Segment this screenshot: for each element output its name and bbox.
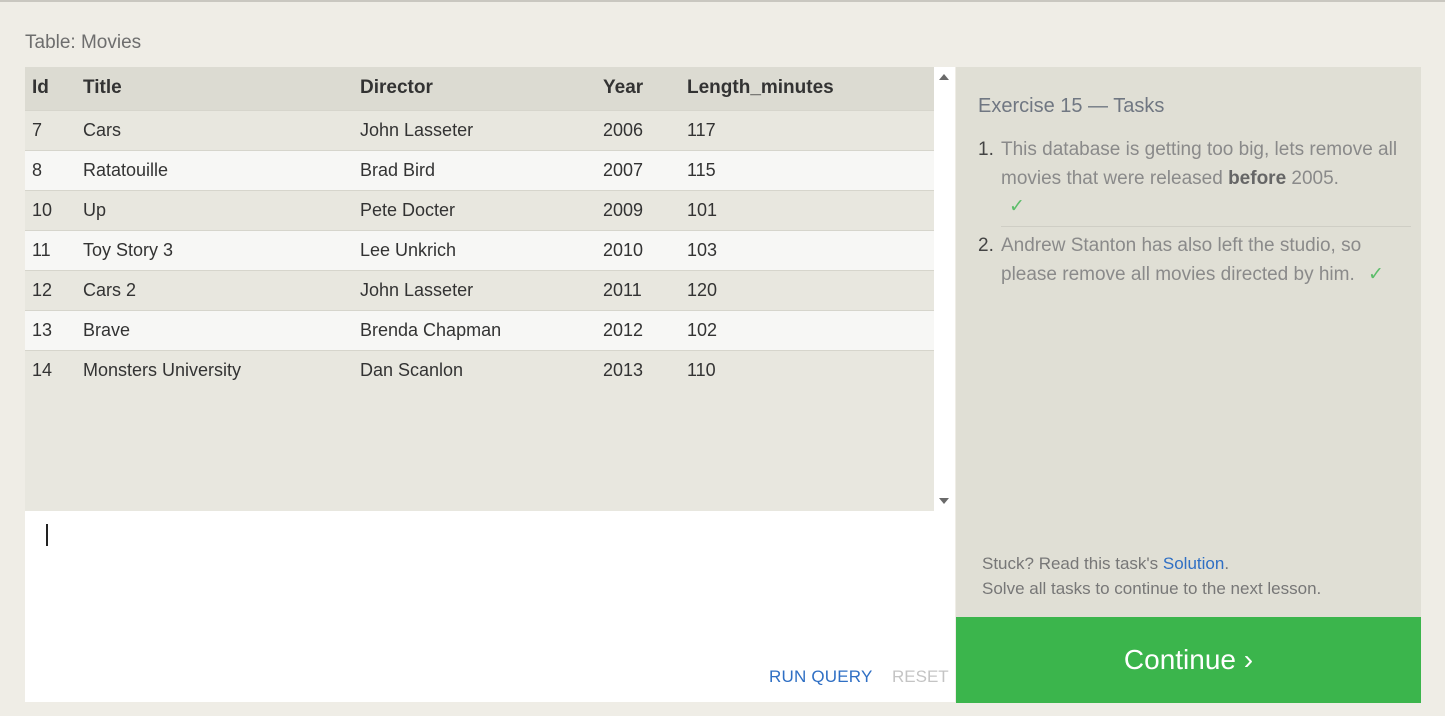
table-row: 13 Brave Brenda Chapman 2012 102 xyxy=(25,310,934,350)
column-header-id: Id xyxy=(32,77,49,99)
solve-all-text: Solve all tasks to continue to the next … xyxy=(982,579,1322,598)
cell-director: Pete Docter xyxy=(360,199,456,220)
task-item-1: 1. This database is getting too big, let… xyxy=(978,136,1413,222)
column-header-year: Year xyxy=(603,77,644,99)
reset-button[interactable]: RESET xyxy=(892,667,949,687)
task-number: 1. xyxy=(978,139,994,160)
table-row: 11 Toy Story 3 Lee Unkrich 2010 103 xyxy=(25,230,934,270)
task-text: Andrew Stanton has also left the studio,… xyxy=(1001,235,1362,285)
table-title: Table: Movies xyxy=(25,32,142,53)
cell-length: 117 xyxy=(687,119,716,140)
cell-id: 10 xyxy=(32,199,53,220)
cell-director: John Lasseter xyxy=(360,279,474,300)
table-row: 14 Monsters University Dan Scanlon 2013 … xyxy=(25,350,934,390)
cell-length: 102 xyxy=(687,319,718,340)
cell-director: Brad Bird xyxy=(360,159,436,180)
cell-title: Ratatouille xyxy=(83,159,169,180)
table-header-row: Id Title Director Year Length_minutes xyxy=(25,67,934,110)
cell-title: Monsters University xyxy=(83,359,242,380)
cell-director: John Lasseter xyxy=(360,119,474,140)
cell-id: 11 xyxy=(32,239,51,260)
cell-title: Up xyxy=(83,199,107,220)
continue-button[interactable]: Continue › xyxy=(956,617,1421,703)
task-divider xyxy=(1001,226,1411,227)
cell-title: Brave xyxy=(83,319,131,340)
scroll-down-icon[interactable] xyxy=(939,498,949,504)
cell-year: 2010 xyxy=(603,239,644,260)
table-row: 7 Cars John Lasseter 2006 117 xyxy=(25,110,934,150)
column-header-title: Title xyxy=(83,77,122,99)
cell-length: 101 xyxy=(687,199,718,220)
results-table: Id Title Director Year Length_minutes 7 … xyxy=(25,67,934,390)
text-cursor xyxy=(46,524,48,546)
cell-length: 110 xyxy=(687,359,716,380)
table-row: 8 Ratatouille Brad Bird 2007 115 xyxy=(25,150,934,190)
tasks-panel: Exercise 15 — Tasks 1. This database is … xyxy=(956,67,1421,617)
cell-title: Cars 2 xyxy=(83,279,137,300)
help-text: Stuck? Read this task's Solution. Solve … xyxy=(982,551,1321,601)
cell-id: 8 xyxy=(32,159,43,180)
cell-director: Dan Scanlon xyxy=(360,359,464,380)
cell-year: 2013 xyxy=(603,359,644,380)
top-border xyxy=(0,0,1445,2)
stuck-text: Stuck? Read this task's xyxy=(982,554,1163,573)
results-table-container: Id Title Director Year Length_minutes 7 … xyxy=(25,67,934,511)
table-row: 10 Up Pete Docter 2009 101 xyxy=(25,190,934,230)
task-text-bold: before xyxy=(1228,167,1287,189)
cell-year: 2007 xyxy=(603,159,644,180)
cell-id: 13 xyxy=(32,319,53,340)
stuck-suffix: . xyxy=(1224,554,1230,573)
task-text: 2005. xyxy=(1286,167,1339,189)
check-icon: ✓ xyxy=(1009,196,1025,217)
cell-director: Lee Unkrich xyxy=(360,239,457,260)
table-row: 12 Cars 2 John Lasseter 2011 120 xyxy=(25,270,934,310)
cell-year: 2009 xyxy=(603,199,644,220)
run-query-button[interactable]: RUN QUERY xyxy=(769,667,873,687)
check-icon: ✓ xyxy=(1368,263,1384,285)
scroll-up-icon[interactable] xyxy=(939,74,949,80)
cell-length: 103 xyxy=(687,239,718,260)
cell-year: 2012 xyxy=(603,319,644,340)
cell-year: 2011 xyxy=(603,279,642,300)
cell-title: Cars xyxy=(83,119,122,140)
task-item-2: 2. Andrew Stanton has also left the stud… xyxy=(978,232,1413,289)
solution-link[interactable]: Solution xyxy=(1163,554,1224,573)
sql-query-editor[interactable]: RUN QUERY RESET xyxy=(25,511,955,702)
cell-id: 14 xyxy=(32,359,53,380)
table-scrollbar[interactable] xyxy=(934,67,955,511)
cell-id: 7 xyxy=(32,119,43,140)
cell-length: 120 xyxy=(687,279,718,300)
cell-id: 12 xyxy=(32,279,53,300)
column-header-length: Length_minutes xyxy=(687,77,834,99)
column-header-director: Director xyxy=(360,77,433,99)
task-number: 2. xyxy=(978,235,994,256)
cell-year: 2006 xyxy=(603,119,644,140)
cell-length: 115 xyxy=(687,159,716,180)
cell-director: Brenda Chapman xyxy=(360,319,502,340)
cell-title: Toy Story 3 xyxy=(83,239,174,260)
tasks-heading: Exercise 15 — Tasks xyxy=(978,95,1165,117)
